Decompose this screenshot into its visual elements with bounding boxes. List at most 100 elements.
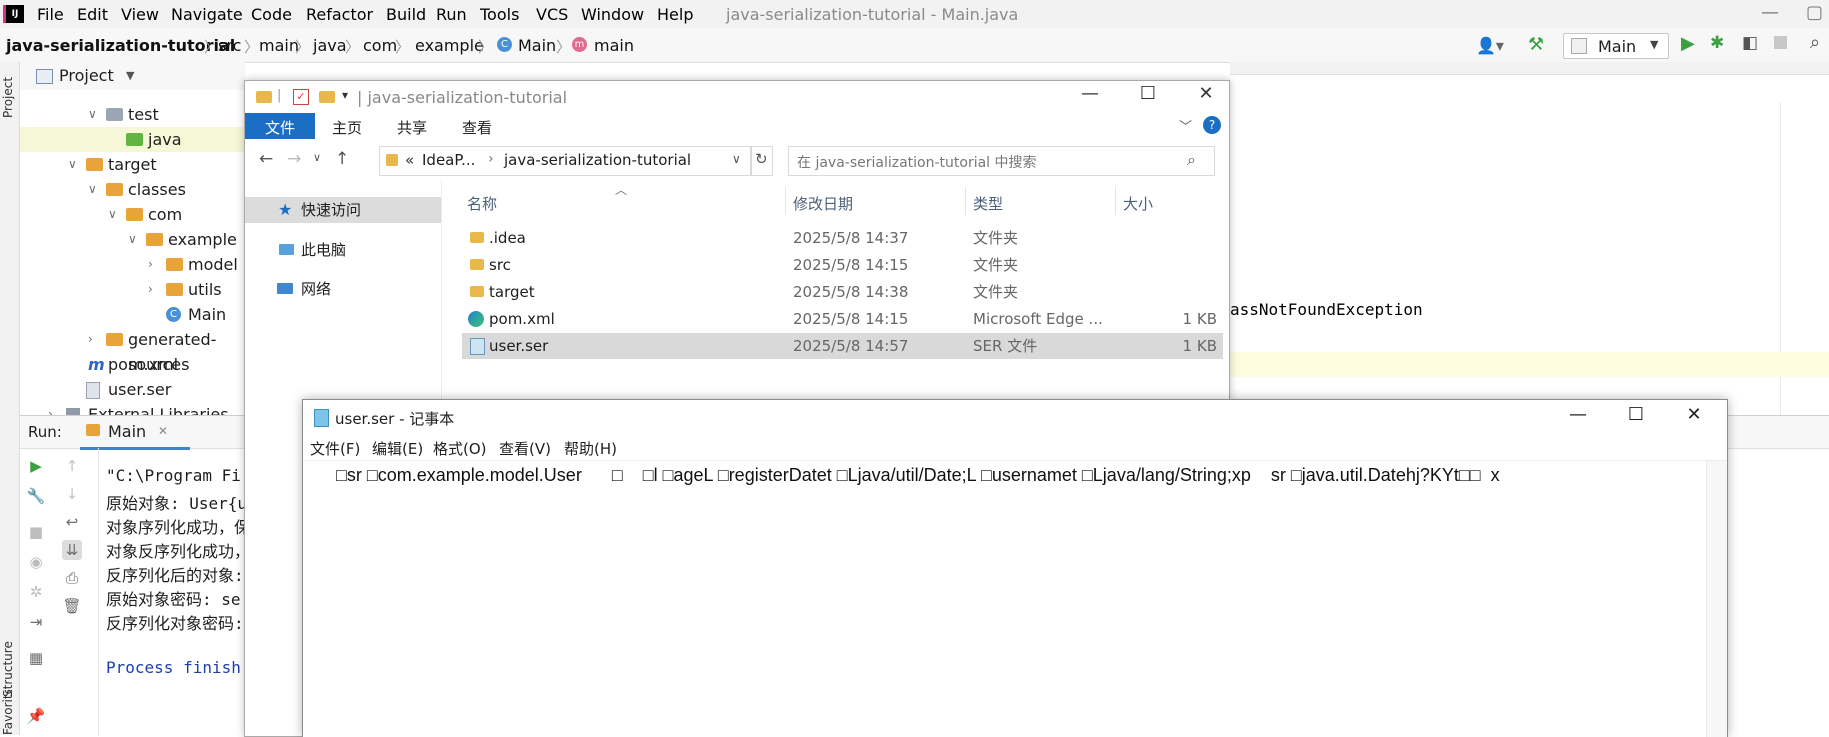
breadcrumb-src[interactable]: src bbox=[218, 36, 241, 55]
tree-item[interactable]: › External Libraries bbox=[20, 402, 245, 415]
file-row[interactable]: .idea 2025/5/8 14:37 文件夹 bbox=[462, 225, 1223, 251]
notepad-text-area[interactable]: □sr □com.example.model.User □ □l □ageL □… bbox=[303, 460, 1727, 737]
maximize-icon[interactable]: ☐ bbox=[1133, 83, 1163, 104]
coverage-icon[interactable]: ◧ bbox=[1742, 33, 1758, 53]
notepad-menu-view[interactable]: 查看(V) bbox=[499, 438, 551, 459]
minimize-icon[interactable]: — bbox=[1563, 404, 1593, 425]
column-separator[interactable] bbox=[785, 187, 786, 215]
close-icon[interactable]: ✕ bbox=[1679, 404, 1709, 425]
breadcrumb-example[interactable]: example bbox=[415, 36, 484, 55]
column-header-date[interactable]: 修改日期 bbox=[793, 193, 853, 214]
menu-view[interactable]: View bbox=[121, 5, 159, 24]
nav-network[interactable]: 网络 bbox=[245, 276, 441, 302]
address-segment-project[interactable]: java-serialization-tutorial bbox=[504, 151, 691, 169]
menu-navigate[interactable]: Navigate bbox=[171, 5, 243, 24]
menu-build[interactable]: Build bbox=[386, 5, 426, 24]
chevron-down-icon[interactable]: ∨ bbox=[68, 152, 77, 177]
chevron-down-icon[interactable]: ∨ bbox=[128, 227, 137, 252]
build-hammer-icon[interactable]: ⚒ bbox=[1528, 34, 1544, 55]
ribbon-tab-home[interactable]: 主页 bbox=[332, 117, 362, 138]
project-tool-tab[interactable]: Project bbox=[1, 72, 18, 122]
tree-item[interactable]: user.ser bbox=[20, 377, 245, 402]
chevron-down-icon[interactable]: ∨ bbox=[108, 202, 117, 227]
ribbon-tab-view[interactable]: 查看 bbox=[462, 117, 492, 138]
minimize-icon[interactable]: — bbox=[1075, 83, 1105, 104]
ribbon-tab-share[interactable]: 共享 bbox=[397, 117, 427, 138]
tree-item[interactable]: ∨ classes bbox=[20, 177, 245, 202]
close-icon[interactable]: ✕ bbox=[158, 424, 168, 438]
tree-item[interactable]: › generated-sources bbox=[20, 327, 245, 374]
forward-arrow-icon[interactable]: → bbox=[287, 149, 301, 169]
tree-item[interactable]: ∨ example bbox=[20, 227, 245, 252]
run-config-selector[interactable]: Main ▼ bbox=[1563, 33, 1669, 59]
column-header-size[interactable]: 大小 bbox=[1123, 193, 1153, 214]
breadcrumb-project[interactable]: java-serialization-tutorial bbox=[6, 36, 235, 55]
help-icon[interactable]: ? bbox=[1203, 116, 1221, 134]
menu-code[interactable]: Code bbox=[251, 5, 292, 24]
notepad-menu-format[interactable]: 格式(O) bbox=[433, 438, 487, 459]
chevron-down-icon[interactable]: ∨ bbox=[88, 177, 97, 202]
menu-window[interactable]: Window bbox=[581, 5, 644, 24]
file-row[interactable]: pom.xml 2025/5/8 14:15 Microsoft Edge ... 1… bbox=[462, 306, 1223, 332]
nav-this-pc[interactable]: 此电脑 bbox=[245, 237, 441, 263]
refresh-button[interactable]: ↻ bbox=[751, 146, 773, 176]
chevron-right-icon[interactable]: › bbox=[48, 402, 53, 415]
tree-item[interactable]: ∨ test bbox=[20, 102, 245, 127]
breadcrumb-java[interactable]: java bbox=[313, 36, 347, 55]
search-box[interactable]: 在 java-serialization-tutorial 中搜索 ⌕ bbox=[788, 146, 1215, 176]
new-folder-icon[interactable] bbox=[319, 91, 335, 103]
menu-edit[interactable]: Edit bbox=[77, 5, 108, 24]
debug-bug-icon[interactable]: ✱ bbox=[1710, 33, 1724, 53]
chevron-down-icon[interactable]: ∨ bbox=[88, 102, 97, 127]
properties-check-icon[interactable]: ✓ bbox=[293, 89, 309, 105]
menu-refactor[interactable]: Refactor bbox=[306, 5, 373, 24]
column-header-name[interactable]: 名称 bbox=[467, 193, 497, 214]
ribbon-tab-file[interactable]: 文件 bbox=[245, 113, 315, 139]
chevron-right-icon[interactable]: › bbox=[148, 252, 153, 277]
back-arrow-icon[interactable]: ← bbox=[259, 149, 273, 169]
close-icon[interactable]: ✕ bbox=[1191, 83, 1221, 104]
tree-item[interactable]: C Main bbox=[20, 302, 245, 327]
column-header-type[interactable]: 类型 bbox=[973, 193, 1003, 214]
favorites-tool-tab[interactable]: Favorites bbox=[1, 690, 18, 735]
menu-help[interactable]: Help bbox=[657, 5, 693, 24]
address-segment-ideaprojects[interactable]: IdeaP... bbox=[422, 151, 475, 169]
breadcrumb-main[interactable]: main bbox=[259, 36, 299, 55]
chevron-right-icon[interactable]: › bbox=[148, 277, 153, 302]
file-row[interactable]: user.ser 2025/5/8 14:57 SER 文件 1 KB bbox=[462, 333, 1223, 359]
chevron-down-icon[interactable]: ▼ bbox=[126, 69, 134, 82]
address-dropdown-icon[interactable]: ∨ bbox=[732, 152, 741, 166]
minimize-icon[interactable]: — bbox=[1755, 2, 1785, 23]
restore-icon[interactable]: ▢ bbox=[1800, 2, 1829, 23]
tree-item[interactable]: ∨ com bbox=[20, 202, 245, 227]
run-icon[interactable]: ▶ bbox=[1681, 33, 1695, 54]
address-bar[interactable]: « IdeaP... › java-serialization-tutorial… bbox=[379, 146, 751, 176]
tree-item[interactable]: ∨ target bbox=[20, 152, 245, 177]
menu-vcs[interactable]: VCS bbox=[536, 5, 568, 24]
tree-item[interactable]: › model bbox=[20, 252, 245, 277]
tree-item[interactable]: java bbox=[20, 127, 245, 152]
menu-run[interactable]: Run bbox=[436, 5, 467, 24]
column-separator[interactable] bbox=[965, 187, 966, 215]
tree-item[interactable]: m pom.xml bbox=[20, 352, 245, 377]
search-icon[interactable]: ⌕ bbox=[1810, 32, 1820, 53]
project-panel-title[interactable]: Project bbox=[59, 66, 114, 85]
notepad-menu-edit[interactable]: 编辑(E) bbox=[372, 438, 423, 459]
chevron-right-icon[interactable]: › bbox=[88, 327, 93, 352]
menu-file[interactable]: File bbox=[37, 5, 64, 24]
menu-tools[interactable]: Tools bbox=[480, 5, 519, 24]
breadcrumb-main-class[interactable]: Main bbox=[518, 36, 556, 55]
breadcrumb-com[interactable]: com bbox=[363, 36, 397, 55]
file-row[interactable]: target 2025/5/8 14:38 文件夹 bbox=[462, 279, 1223, 305]
vertical-scrollbar[interactable] bbox=[1706, 461, 1727, 737]
file-row[interactable]: src 2025/5/8 14:15 文件夹 bbox=[462, 252, 1223, 278]
code-editor[interactable]: assNotFoundException bbox=[1230, 62, 1829, 415]
tree-item[interactable]: › utils bbox=[20, 277, 245, 302]
user-icon[interactable]: 👤▾ bbox=[1476, 36, 1504, 55]
notepad-menu-help[interactable]: 帮助(H) bbox=[564, 438, 617, 459]
recent-locations-chevron-icon[interactable]: ∨ bbox=[313, 151, 321, 164]
quick-access-dropdown-icon[interactable]: ▾ bbox=[342, 88, 348, 102]
ribbon-expand-chevron-icon[interactable]: ﹀ bbox=[1179, 116, 1192, 135]
run-tab-main[interactable]: Main ✕ bbox=[80, 416, 190, 450]
notepad-menu-file[interactable]: 文件(F) bbox=[310, 438, 360, 459]
